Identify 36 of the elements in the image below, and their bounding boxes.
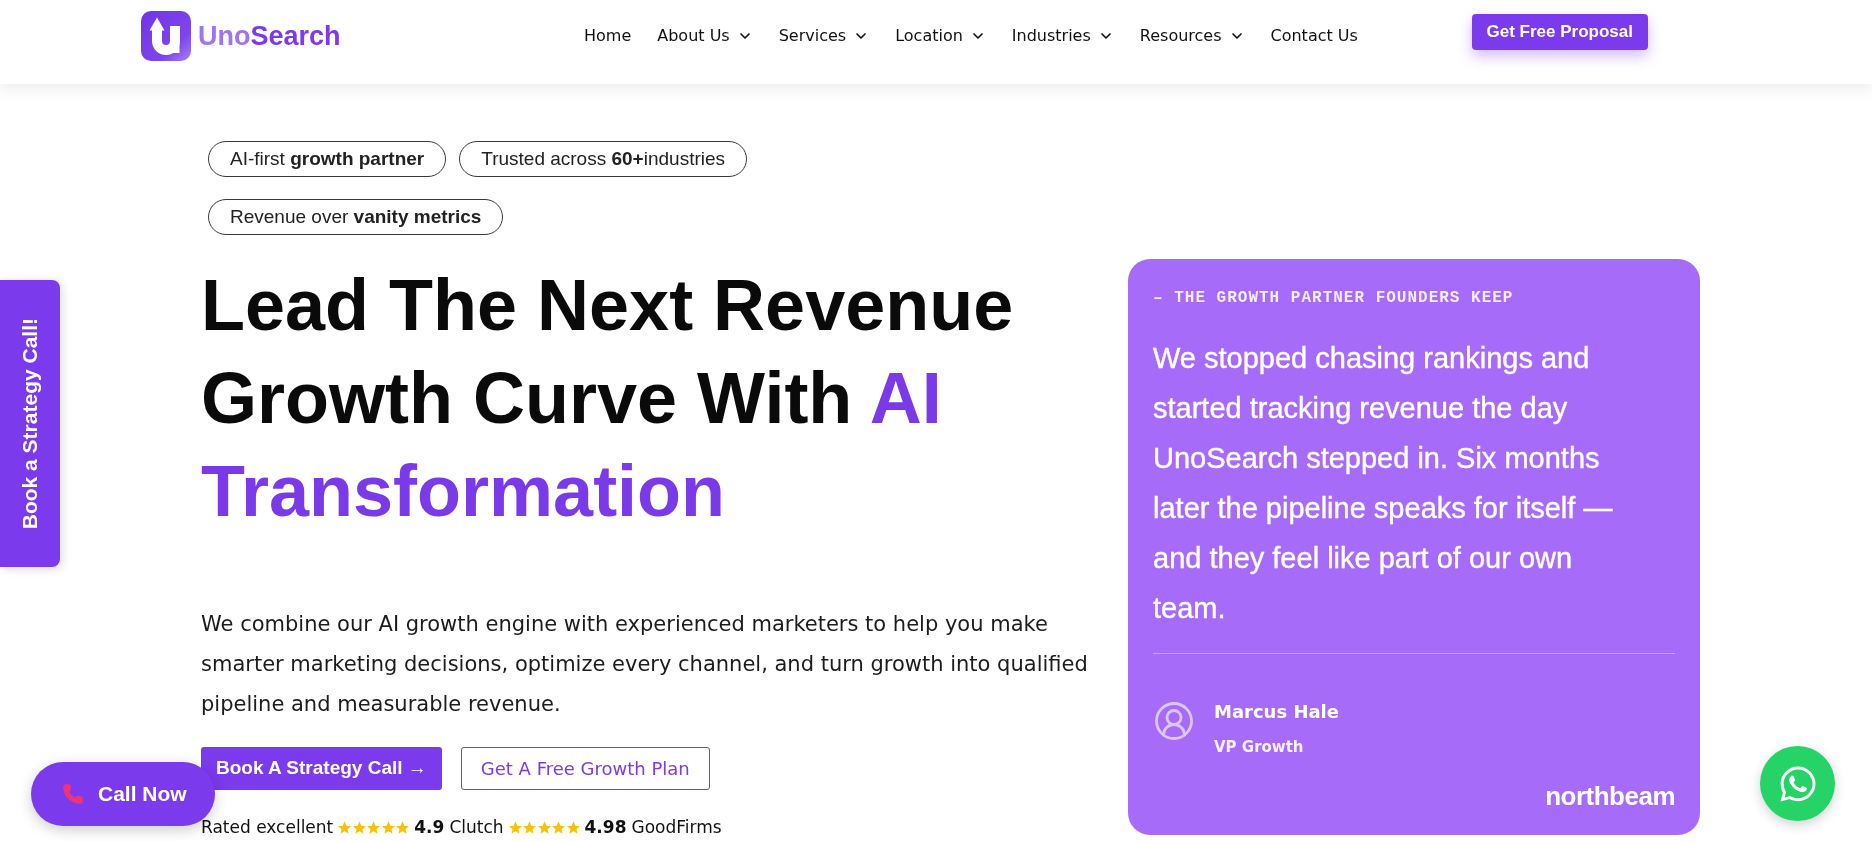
hero-heading: Lead The Next Revenue Growth Curve With AI Transformation (201, 264, 1015, 533)
rating-score: 4.98 (584, 817, 627, 837)
nav-link[interactable]: Home (584, 24, 632, 48)
star-icon (566, 820, 580, 834)
star-icon (552, 820, 566, 834)
nav-link[interactable]: Location (895, 24, 986, 48)
phone-icon (62, 783, 84, 805)
testimonial-quote: We stopped chasing rankings and started tracking revenue the day UnoSearch stepped in. Six months later the pipeline speaks for itself — and they feel like part of our own team. (1153, 341, 1614, 626)
star-icon (523, 820, 537, 834)
author-name: Marcus Hale (1214, 700, 1339, 724)
rating-source: Clutch (449, 817, 504, 837)
nav-link[interactable]: Resources (1139, 24, 1245, 48)
side-tab-button[interactable]: Book a Strategy Call! (0, 280, 60, 567)
rating-score: 4.9 (414, 817, 445, 837)
user-avatar-icon (1153, 700, 1195, 742)
star-icon (396, 820, 410, 834)
author-role: VP Growth (1214, 737, 1305, 758)
nav-link[interactable]: Services (778, 24, 870, 48)
nav-link[interactable]: Contact Us (1270, 24, 1358, 48)
star-icon (381, 820, 395, 834)
get-proposal-button[interactable]: Get Free Proposal (1471, 14, 1648, 50)
nav-link[interactable]: About Us (657, 24, 753, 48)
star-icon (367, 820, 381, 834)
star-icon (537, 820, 551, 834)
logo-icon[interactable] (141, 11, 191, 61)
company-logo: northbeam (1545, 782, 1675, 810)
logo-wordmark[interactable]: UnoSearch (198, 22, 341, 50)
hero-description: We combine our AI growth engine with experienced marketers to help you make smarter marketing decisions, optimize every channel, and turn growth into qualified pipeline and measurable revenue. (201, 611, 1089, 718)
star-icon (338, 820, 352, 834)
card-eyebrow: – THE GROWTH PARTNER FOUNDERS KEEP (1153, 288, 1515, 308)
rating-source: GoodFirms (631, 817, 722, 837)
primary-button[interactable]: Book A Strategy Call → (201, 747, 442, 790)
star-icon (508, 820, 522, 834)
outline-button[interactable]: Get A Free Growth Plan (460, 747, 710, 790)
nav-link[interactable]: Industries (1011, 24, 1114, 48)
star-icon (352, 820, 366, 834)
